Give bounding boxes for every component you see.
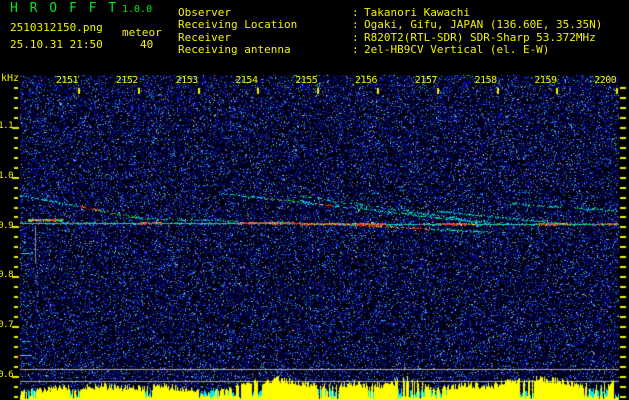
y-axis-tick-label: 1.0 <box>0 170 14 181</box>
mode-label: meteor <box>122 26 162 39</box>
x-axis-tick-label: 2159 <box>534 75 557 86</box>
y-axis-tick-label: 0.7 <box>0 320 14 331</box>
info-label: Observer <box>178 6 231 19</box>
hrofft-screen: H R O F F T 1.0.0 2510312150.png meteor … <box>0 0 629 400</box>
info-label: Receiving antenna <box>178 43 291 57</box>
x-axis-tick-label: 2151 <box>56 75 79 86</box>
x-axis-tick-label: 2152 <box>115 75 139 86</box>
x-axis-tick-label: 2154 <box>235 75 258 86</box>
info-value: Ogaki, Gifu, JAPAN (136.60E, 35.35N) <box>364 18 603 32</box>
x-axis-tick-label: 2200 <box>594 75 617 86</box>
y-axis-tick-label: 0.9 <box>0 220 14 231</box>
y-axis-tick-label: 1.1 <box>0 121 14 131</box>
app-title: H R O F F T <box>10 1 119 16</box>
x-axis-tick-label: 2155 <box>295 75 318 86</box>
datetime-label: 25.10.31 21:50 <box>10 38 103 51</box>
x-axis-tick-label: 2158 <box>474 75 498 86</box>
sample-count-label: 40 <box>140 38 154 51</box>
info-value: Takanori Kawachi <box>364 6 470 19</box>
info-label: Receiving Location <box>178 18 298 32</box>
x-axis-tick-label: 2156 <box>355 75 378 86</box>
x-axis-tick-label: 2157 <box>414 75 438 86</box>
info-value: 2el-HB9CV Vertical (el. E-W) <box>364 43 550 57</box>
version-label: 1.0.0 <box>122 4 153 15</box>
y-axis-unit-label: kHz <box>1 73 20 84</box>
info-label: Receiver <box>178 30 231 44</box>
y-axis-tick-label: 0.6 <box>0 370 14 380</box>
filename-label: 2510312150.png <box>10 21 103 34</box>
spectrogram-canvas <box>0 0 629 400</box>
info-value: R820T2(RTL-SDR) SDR-Sharp 53.372MHz <box>364 30 596 44</box>
x-axis-tick-label: 2153 <box>175 75 199 86</box>
y-axis-tick-label: 0.8 <box>0 270 14 281</box>
